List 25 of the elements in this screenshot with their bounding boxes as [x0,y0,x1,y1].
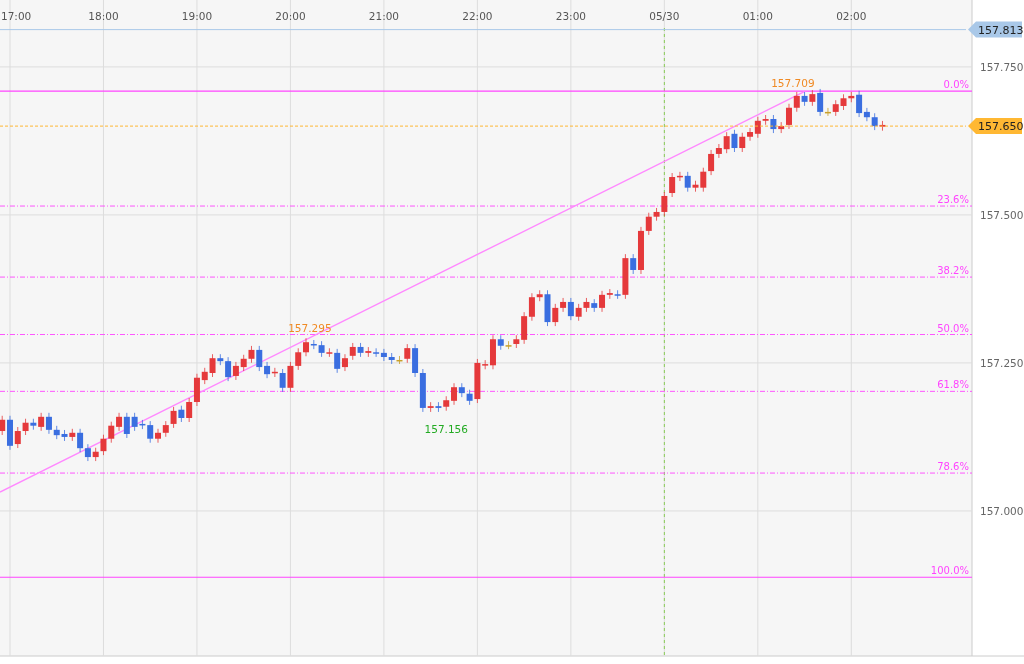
time-axis-label: 18:00 [88,10,119,22]
price-axis-label: 157.250 [980,356,1024,369]
fib-level-label: 23.6% [937,194,969,206]
time-axis-label: 22:00 [462,10,493,22]
fib-level-label: 61.8% [937,379,969,391]
price-label: 157.295 [288,322,332,335]
fib-level-label: 100.0% [930,565,969,577]
price-axis-label: 157.750 [980,60,1024,73]
price-label: 157.156 [424,422,468,435]
price-label: 157.709 [771,77,815,90]
fib-level-label: 0.0% [943,79,969,91]
price-axis-label: 157.500 [980,208,1024,221]
price-tag: 157.813 [968,21,1024,38]
time-axis-label: 19:00 [181,10,213,22]
price-axis-label: 157.000 [980,504,1024,517]
time-axis-label: 02:00 [836,10,867,22]
time-axis-label: 17:00 [1,10,32,22]
time-axis-label: 23:00 [555,10,586,22]
time-axis-label: 05/30 [649,10,680,22]
time-axis-label: 21:00 [368,10,400,22]
time-axis-label: 20:00 [275,10,306,22]
time-axis-label: 01:00 [742,10,773,22]
fib-level-label: 78.6% [937,461,969,473]
fib-level-label: 50.0% [937,322,969,334]
fib-level-label: 38.2% [937,265,969,277]
